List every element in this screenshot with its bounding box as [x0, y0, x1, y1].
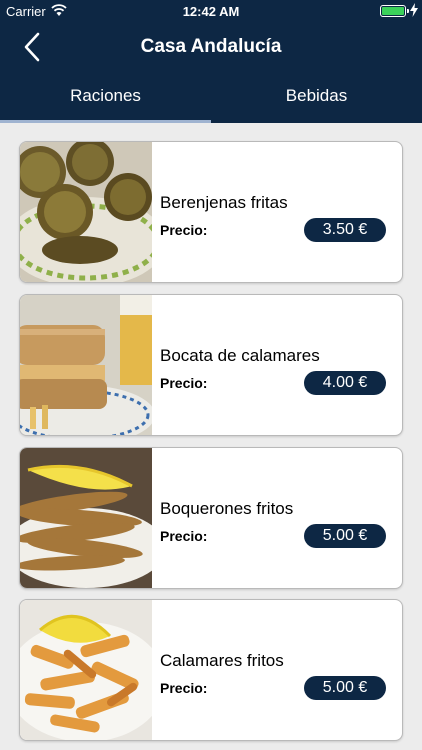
status-time: 12:42 AM [182, 4, 240, 19]
price-badge: 4.00 € [304, 371, 386, 395]
item-name: Boquerones fritos [160, 499, 294, 518]
menu-item-card[interactable]: Boquerones fritos Precio: 5.00 € [19, 447, 403, 589]
tab-bebidas[interactable]: Bebidas [211, 76, 422, 120]
page-title: Casa Andalucía [140, 36, 282, 57]
item-name: Bocata de calamares [160, 346, 320, 365]
price-label: Precio: [160, 222, 208, 238]
item-name: Calamares fritos [160, 651, 284, 670]
menu-item-card[interactable]: Berenjenas fritas Precio: 3.50 € [19, 141, 403, 283]
tab-bar: Raciones Bebidas [0, 76, 422, 123]
menu-item-card[interactable]: Calamares fritos Precio: 5.00 € [19, 599, 403, 741]
charging-icon [410, 3, 418, 17]
status-bar: Carrier 12:42 AM [0, 0, 422, 22]
price-label: Precio: [160, 375, 208, 391]
item-photo [20, 448, 152, 588]
price-badge: 5.00 € [304, 524, 386, 548]
item-name: Berenjenas fritas [160, 193, 288, 212]
item-photo [20, 142, 152, 282]
item-photo [20, 600, 152, 740]
price-label: Precio: [160, 680, 208, 696]
app-header: Carrier 12:42 AM Casa Andalucía Raciones… [0, 0, 422, 123]
tab-selected-indicator [0, 120, 211, 123]
tab-raciones[interactable]: Raciones [0, 76, 211, 120]
battery-icon [380, 5, 409, 17]
price-badge: 3.50 € [304, 218, 386, 242]
price-label: Precio: [160, 528, 208, 544]
menu-item-card[interactable]: Bocata de calamares Precio: 4.00 € [19, 294, 403, 436]
item-photo [20, 295, 152, 435]
price-badge: 5.00 € [304, 676, 386, 700]
